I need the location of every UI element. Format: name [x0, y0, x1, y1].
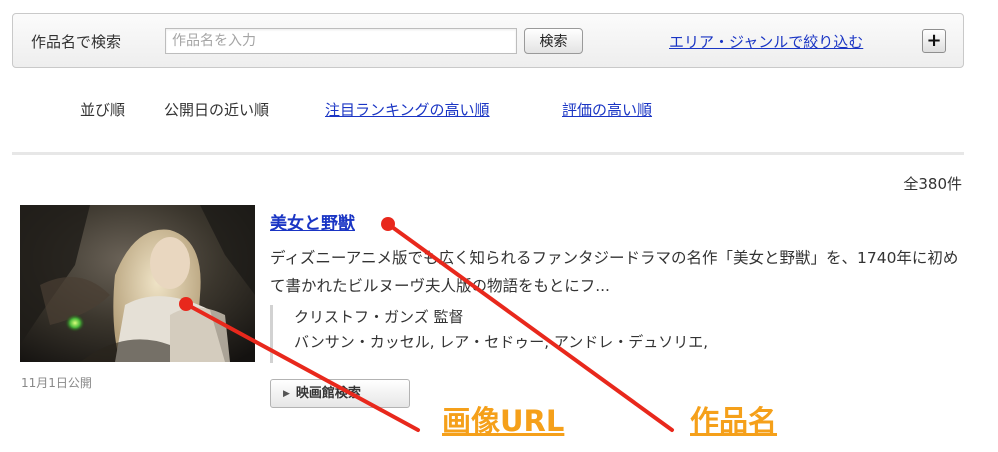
search-panel: 作品名で検索 検索 エリア・ジャンルで絞り込む + [12, 13, 964, 68]
annotation-image-url: 画像URL [442, 404, 565, 438]
theater-search-label: 映画館検索 [295, 386, 361, 401]
director-line: クリストフ・ガンズ 監督 [294, 308, 464, 326]
annotation-title: 作品名 [690, 404, 778, 438]
triangle-right-icon: ▶ [283, 389, 290, 399]
sort-by-ranking-link[interactable]: 注目ランキングの高い順 [325, 99, 490, 120]
movie-title-link[interactable]: 美女と野獣 [270, 209, 355, 234]
area-genre-filter-link[interactable]: エリア・ジャンルで絞り込む [669, 31, 863, 52]
sort-title: 並び順 [80, 101, 126, 119]
arrow-dot-title [381, 217, 395, 231]
movie-poster-image[interactable] [20, 205, 255, 362]
title-search-input[interactable] [165, 28, 517, 54]
movie-credits: クリストフ・ガンズ 監督 バンサン・カッセル, レア・セドゥー, アンドレ・デュ… [270, 305, 708, 363]
movie-still [20, 205, 255, 362]
search-label: 作品名で検索 [31, 33, 122, 51]
release-date: 11月1日公開 [21, 376, 92, 390]
result-count: 全380件 [903, 175, 962, 193]
sort-by-rating-link[interactable]: 評価の高い順 [562, 99, 652, 120]
plus-icon[interactable]: + [922, 29, 946, 53]
search-button[interactable]: 検索 [524, 28, 583, 54]
divider [12, 152, 964, 155]
sort-current-release-date: 公開日の近い順 [164, 101, 270, 119]
theater-search-button[interactable]: ▶ 映画館検索 [270, 379, 410, 408]
movie-synopsis: ディズニーアニメ版でも広く知られるファンタジードラマの名作「美女と野獣」を、17… [270, 249, 959, 295]
cast-line: バンサン・カッセル, レア・セドゥー, アンドレ・デュソリエ, [294, 333, 708, 351]
